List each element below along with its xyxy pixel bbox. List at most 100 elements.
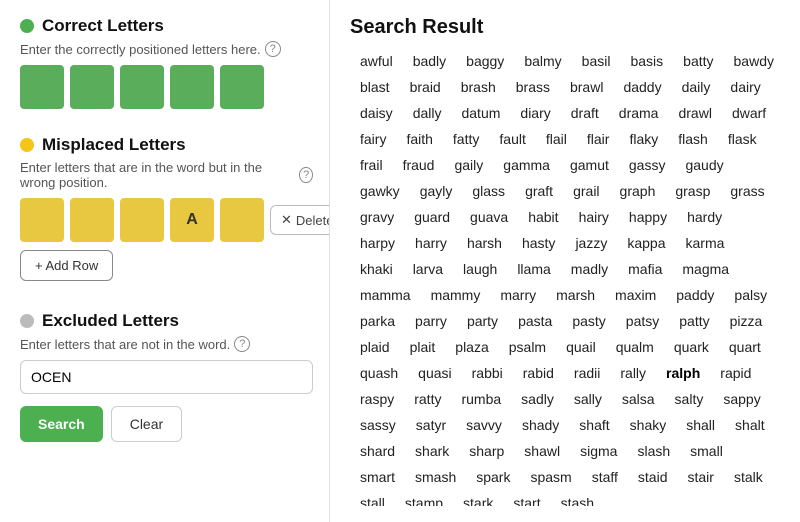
list-item: baggy xyxy=(456,49,514,73)
list-item: daily xyxy=(672,75,721,99)
correct-letters-section: Correct Letters Enter the correctly posi… xyxy=(20,16,313,121)
right-panel: Search Result awfulbadlybaggybalmybasilb… xyxy=(330,0,800,522)
list-item: party xyxy=(457,309,508,333)
misplaced-letters-section: Misplaced Letters Enter letters that are… xyxy=(20,135,313,297)
list-item: flaky xyxy=(619,127,668,151)
list-item: raspy xyxy=(350,387,404,411)
misplaced-letters-desc: Enter letters that are in the word but i… xyxy=(20,160,313,190)
correct-box-2[interactable] xyxy=(70,65,114,109)
add-row-button[interactable]: + Add Row xyxy=(20,250,113,281)
misplaced-box-1-4[interactable] xyxy=(170,198,214,242)
list-item: gravy xyxy=(350,205,404,229)
misplaced-box-1-3[interactable] xyxy=(120,198,164,242)
list-item: drama xyxy=(609,101,669,125)
list-item: qualm xyxy=(606,335,664,359)
list-item: quasi xyxy=(408,361,461,385)
list-item: grasp xyxy=(665,179,720,203)
list-item: datum xyxy=(451,101,510,125)
list-item: batty xyxy=(673,49,723,73)
correct-letter-boxes xyxy=(20,65,313,109)
list-item: savvy xyxy=(456,413,512,437)
list-item: happy xyxy=(619,205,677,229)
list-item: quart xyxy=(719,335,771,359)
correct-letters-help-icon[interactable]: ? xyxy=(265,41,281,57)
excluded-letters-title: Excluded Letters xyxy=(20,311,313,331)
list-item: laugh xyxy=(453,257,507,281)
green-dot-icon xyxy=(20,19,34,33)
correct-box-4[interactable] xyxy=(170,65,214,109)
list-item: pizza xyxy=(720,309,773,333)
list-item: stalk xyxy=(724,465,773,489)
list-item: flask xyxy=(718,127,767,151)
misplaced-letters-help-icon[interactable]: ? xyxy=(299,167,313,183)
excluded-letters-desc: Enter letters that are not in the word. … xyxy=(20,336,313,352)
clear-button[interactable]: Clear xyxy=(111,406,182,442)
misplaced-box-1-1[interactable] xyxy=(20,198,64,242)
left-panel: Correct Letters Enter the correctly posi… xyxy=(0,0,330,522)
list-item: braid xyxy=(400,75,451,99)
delete-row-button[interactable]: ✕ Delete Row xyxy=(270,205,330,235)
word-grid: awfulbadlybaggybalmybasilbasisbattybawdy… xyxy=(350,49,784,506)
list-item: brash xyxy=(451,75,506,99)
misplaced-box-1-2[interactable] xyxy=(70,198,114,242)
excluded-letters-input[interactable] xyxy=(20,360,313,394)
list-item: sharp xyxy=(459,439,514,463)
list-item: basis xyxy=(620,49,673,73)
list-item: rally xyxy=(610,361,656,385)
list-item: blast xyxy=(350,75,400,99)
excluded-letters-help-icon[interactable]: ? xyxy=(234,336,250,352)
misplaced-letters-title: Misplaced Letters xyxy=(20,135,313,155)
list-item: sally xyxy=(564,387,612,411)
excluded-letters-section: Excluded Letters Enter letters that are … xyxy=(20,311,313,442)
list-item: fatty xyxy=(443,127,489,151)
list-item: frail xyxy=(350,153,393,177)
list-item: quail xyxy=(556,335,606,359)
list-item: paddy xyxy=(666,283,724,307)
list-item: slash xyxy=(627,439,680,463)
list-item: stark xyxy=(453,491,503,506)
list-item: gaudy xyxy=(675,153,733,177)
list-item: salty xyxy=(665,387,714,411)
list-item: shark xyxy=(405,439,459,463)
list-item: guava xyxy=(460,205,518,229)
list-item: hairy xyxy=(569,205,619,229)
word-grid-container[interactable]: awfulbadlybaggybalmybasilbasisbattybawdy… xyxy=(350,49,788,506)
list-item: jazzy xyxy=(565,231,617,255)
list-item: hasty xyxy=(512,231,565,255)
list-item: balmy xyxy=(514,49,571,73)
x-icon: ✕ xyxy=(281,212,292,228)
list-item: staff xyxy=(582,465,628,489)
list-item: rapid xyxy=(710,361,761,385)
list-item: gamut xyxy=(560,153,619,177)
list-item: pasta xyxy=(508,309,562,333)
list-item: karma xyxy=(676,231,735,255)
list-item: plait xyxy=(400,335,446,359)
correct-box-3[interactable] xyxy=(120,65,164,109)
list-item: brawl xyxy=(560,75,613,99)
yellow-dot-icon xyxy=(20,138,34,152)
action-buttons: Search Clear xyxy=(20,406,313,442)
correct-box-1[interactable] xyxy=(20,65,64,109)
list-item: guard xyxy=(404,205,460,229)
correct-box-5[interactable] xyxy=(220,65,264,109)
correct-letters-title: Correct Letters xyxy=(20,16,313,36)
list-item: parka xyxy=(350,309,405,333)
list-item: quash xyxy=(350,361,408,385)
search-button[interactable]: Search xyxy=(20,406,103,442)
list-item: larva xyxy=(403,257,453,281)
list-item: basil xyxy=(572,49,621,73)
list-item: ratty xyxy=(404,387,451,411)
misplaced-boxes-row-1 xyxy=(20,198,264,242)
misplaced-box-1-5[interactable] xyxy=(220,198,264,242)
list-item: grass xyxy=(720,179,774,203)
list-item: sigma xyxy=(570,439,627,463)
list-item: spark xyxy=(466,465,520,489)
list-item: pasty xyxy=(562,309,615,333)
list-item: shaky xyxy=(620,413,677,437)
list-item: fairy xyxy=(350,127,396,151)
list-item: shalt xyxy=(725,413,775,437)
list-item: stash xyxy=(551,491,604,506)
list-item: brass xyxy=(506,75,560,99)
list-item: palsy xyxy=(724,283,777,307)
list-item: draft xyxy=(561,101,609,125)
